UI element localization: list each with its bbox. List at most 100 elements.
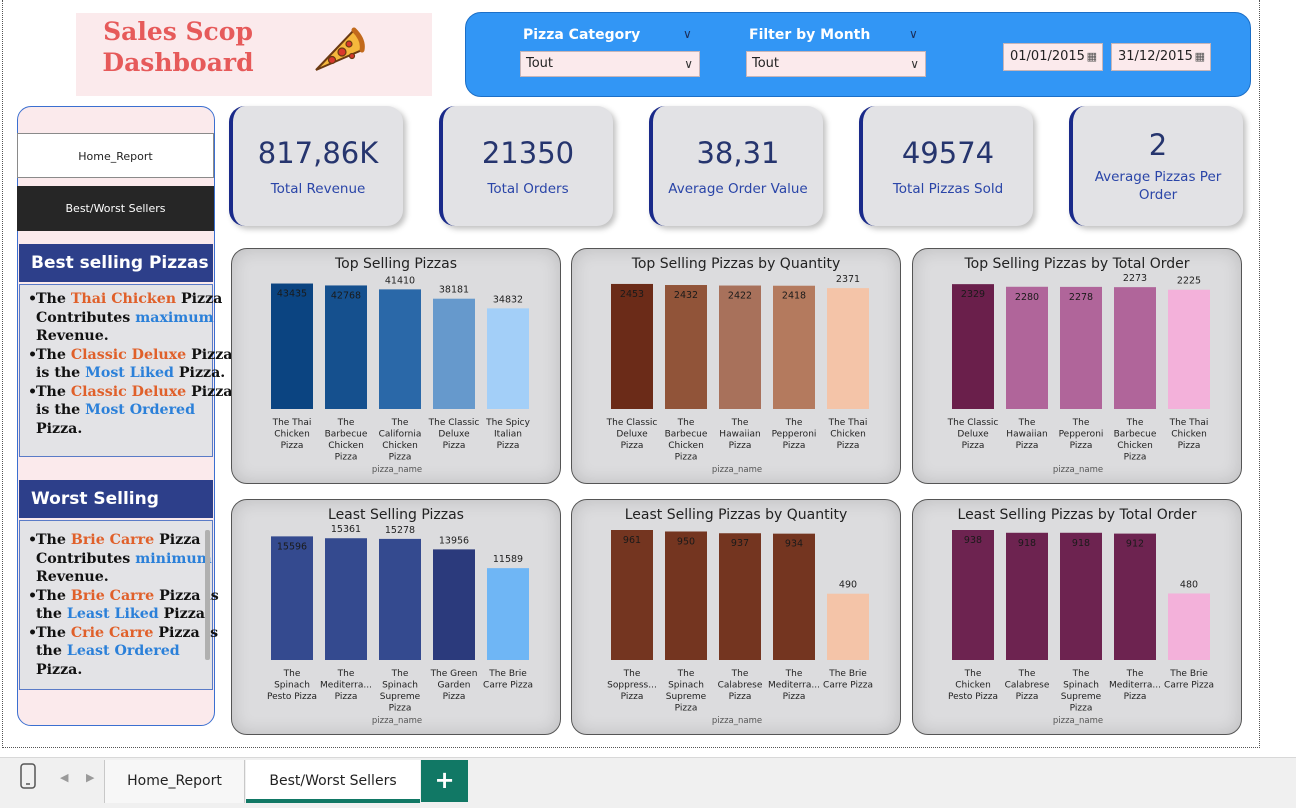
bar[interactable] [1060, 532, 1102, 660]
category-label: The [1072, 418, 1090, 428]
category-label: The [391, 418, 409, 428]
bar-value-label: 950 [677, 536, 695, 547]
bar[interactable] [379, 538, 421, 660]
category-label: Pizza [621, 692, 644, 702]
calendar-icon[interactable]: ▦ [1195, 44, 1205, 70]
add-page-button[interactable]: + [421, 760, 468, 802]
note-text: Contributes [36, 309, 136, 326]
bar[interactable] [271, 536, 313, 660]
best-selling-notes: • The Thai Chicken Pizza Contributes maxim… [19, 284, 233, 457]
bar[interactable] [487, 568, 529, 660]
bar[interactable] [719, 285, 761, 409]
note-text: maximum [135, 309, 214, 326]
category-collapse-chevron-icon[interactable]: ∨ [683, 27, 692, 41]
title-line-1: Sales Scop [103, 17, 253, 46]
note-text: is the [36, 402, 86, 418]
category-label: The [1126, 669, 1144, 679]
bar[interactable] [1006, 532, 1048, 660]
category-label: Calabrese [1005, 681, 1050, 691]
note-text: Pizza [176, 291, 223, 307]
bar-value-label: 38181 [439, 285, 469, 296]
bar[interactable] [271, 283, 313, 409]
bar-value-label: 934 [785, 539, 803, 550]
best-worst-sellers-button[interactable]: Best/Worst Sellers [17, 186, 214, 231]
pizza-category-dropdown[interactable]: Tout ∨ [520, 51, 700, 77]
category-label: Chicken [955, 681, 991, 691]
category-label: The Thai [828, 418, 868, 428]
category-label: Spinach [274, 681, 310, 691]
bar[interactable] [773, 285, 815, 409]
category-label: The [731, 418, 749, 428]
category-label: The Classic [428, 418, 480, 428]
bar[interactable] [487, 308, 529, 409]
bar[interactable] [611, 530, 653, 660]
bar[interactable] [433, 549, 475, 660]
note-text: Brie Carre [70, 587, 155, 604]
bar-value-label: 42768 [331, 290, 361, 301]
home-report-button[interactable]: Home_Report [17, 133, 214, 178]
chart-top-selling-by-quantity: Top Selling Pizzas by Quantity 2453 The C… [571, 248, 901, 484]
bar[interactable] [665, 531, 707, 660]
note-text: Pizza. [158, 606, 210, 622]
bar[interactable] [1006, 286, 1048, 409]
bar[interactable] [1114, 533, 1156, 660]
bar[interactable] [719, 533, 761, 660]
tab-best-worst-sellers[interactable]: Best/Worst Sellers [246, 760, 420, 803]
category-label: Barbecue [665, 430, 708, 440]
note-line: is the Most Ordered [36, 401, 210, 420]
note-text: The [36, 624, 71, 641]
bar[interactable] [1168, 593, 1210, 660]
month-collapse-chevron-icon[interactable]: ∨ [909, 27, 918, 41]
bar[interactable] [665, 285, 707, 409]
bar[interactable] [325, 538, 367, 660]
bar[interactable] [611, 283, 653, 409]
date-end-input[interactable]: 31/12/2015 ▦ [1111, 43, 1211, 71]
category-label: Garden [438, 681, 471, 691]
category-label: Pesto Pizza [267, 692, 317, 702]
bar[interactable] [325, 285, 367, 409]
dashboard-title: Sales Scop Dashboard [96, 16, 260, 78]
bar[interactable] [379, 289, 421, 409]
bar[interactable] [1114, 287, 1156, 409]
category-label: Italian [494, 430, 522, 440]
phone-layout-icon[interactable] [19, 763, 37, 789]
bar[interactable] [827, 288, 869, 409]
tab-home-report[interactable]: Home_Report [104, 760, 245, 803]
kpi-value: 38,31 [696, 136, 780, 170]
filter-month-dropdown[interactable]: Tout ∨ [746, 51, 926, 77]
date-start-input[interactable]: 01/01/2015 ▦ [1003, 43, 1103, 71]
category-label: Hawaiian [719, 430, 760, 440]
note-line: • The Classic Deluxe Pizza [28, 346, 233, 365]
chevron-down-icon: ∨ [910, 57, 919, 71]
kpi-label: Average Pizzas Per Order [1094, 169, 1222, 203]
category-label: The [1018, 418, 1036, 428]
note-line: • The Brie Carre Pizza is [28, 587, 219, 606]
category-label: Pizza [443, 692, 466, 702]
bar[interactable] [1060, 286, 1102, 409]
category-label: The Thai [1169, 418, 1209, 428]
calendar-icon[interactable]: ▦ [1087, 44, 1097, 70]
tab-scroll-right-icon[interactable]: ▶ [86, 771, 94, 784]
category-label: Pizza [1124, 692, 1147, 702]
note-text: Thai Chicken [70, 291, 177, 307]
category-label: The Green [430, 669, 478, 679]
note-text: Brie Carre [70, 532, 155, 548]
bar-value-label: 2225 [1177, 276, 1201, 287]
notes-scrollbar[interactable] [205, 530, 210, 660]
bar[interactable] [952, 284, 994, 409]
chart-top-selling-pizzas: Top Selling Pizzas 43435 The Thai Chicken P… [231, 248, 561, 484]
tab-scroll-left-icon[interactable]: ◀ [60, 771, 68, 784]
bar[interactable] [433, 298, 475, 409]
note-text: Revenue. [36, 569, 109, 585]
note-text: The [36, 587, 71, 604]
bar[interactable] [827, 593, 869, 660]
category-label: The Thai [272, 418, 312, 428]
bar[interactable] [1168, 289, 1210, 409]
bar[interactable] [952, 530, 994, 660]
note-line: Contributes maximum [36, 309, 214, 328]
bullet: • [28, 383, 38, 400]
kpi-total-orders: 21350 Total Orders [439, 106, 613, 226]
category-label: Supreme [380, 692, 421, 702]
bar[interactable] [773, 533, 815, 660]
note-line: • The Classic Deluxe Pizza [28, 383, 233, 402]
